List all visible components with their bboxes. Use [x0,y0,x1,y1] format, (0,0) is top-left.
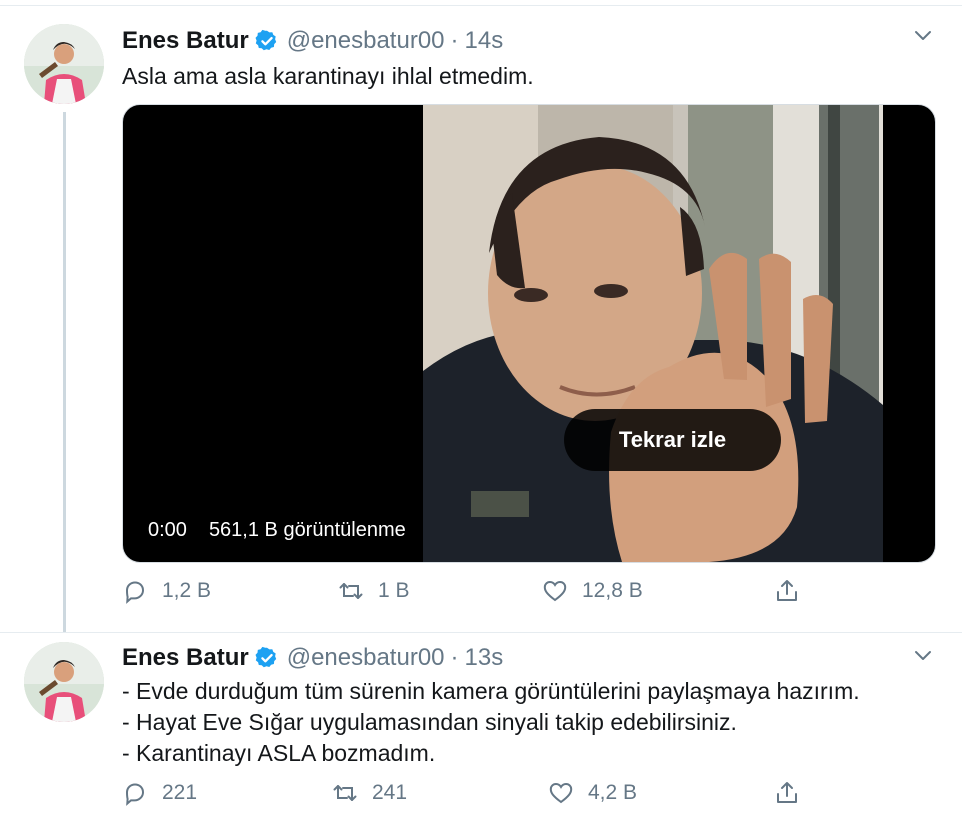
video-timestamp: 0:00 [148,518,187,541]
chevron-down-icon[interactable] [912,644,934,666]
separator: · [450,27,459,54]
separator: · [450,644,459,671]
verified-badge-icon [255,646,279,670]
share-icon [774,780,800,806]
tweet-header: Enes Batur @enesbatur00 · 13s [122,644,503,672]
tweet-actions: 221 241 4,2 B [122,780,812,814]
reply-icon [122,578,148,604]
thread-line [63,112,66,632]
avatar[interactable] [24,24,104,104]
display-name[interactable]: Enes Batur [122,27,249,55]
retweet-count: 241 [372,781,408,804]
timestamp[interactable]: 14s [465,27,504,55]
replay-button[interactable]: Tekrar izle [564,409,781,471]
tweet-text-line: Asla ama asla karantinayı ihlal etmedim. [122,63,534,89]
retweet-icon [338,578,364,604]
retweet-button[interactable]: 1 B [338,578,410,604]
share-button[interactable] [774,578,800,604]
video-view-count: 561,1 B görüntülenme [208,518,406,541]
video-frame [423,105,883,562]
tweet-header: Enes Batur @enesbatur00 · 14s [122,27,503,55]
handle[interactable]: @enesbatur00 [287,27,445,55]
like-button[interactable]: 4,2 B [548,780,637,806]
like-button[interactable]: 12,8 B [542,578,643,604]
reply-button[interactable]: 221 [122,780,197,806]
tweet-text: - Evde durduğum tüm sürenin kamera görün… [122,676,860,769]
chevron-down-icon[interactable] [912,24,934,46]
retweet-count: 1 B [378,579,410,602]
reply-button[interactable]: 1,2 B [122,578,211,604]
like-count: 4,2 B [588,781,638,804]
heart-icon [542,578,568,604]
share-icon [774,578,800,604]
video-player[interactable]: Tekrar izle [122,104,936,563]
tweet[interactable]: Enes Batur @enesbatur00 · 13s - Evde dur… [0,633,962,826]
share-button[interactable] [774,780,800,806]
timestamp[interactable]: 13s [465,644,504,672]
retweet-icon [332,780,358,806]
avatar[interactable] [24,642,104,722]
tweet-actions: 1,2 B 1 B 12,8 B [122,578,812,612]
verified-badge-icon [255,29,279,53]
like-count: 12,8 B [582,579,643,602]
retweet-button[interactable]: 241 [332,780,407,806]
display-name[interactable]: Enes Batur [122,644,249,672]
tweet-text-line: - Hayat Eve Sığar uygulamasından sinyali… [122,709,737,735]
tweet-text: Asla ama asla karantinayı ihlal etmedim. [122,61,534,92]
reply-count: 1,2 B [162,579,212,602]
video-meta-overlay: 0:00 561,1 B görüntülenme [138,512,416,548]
reply-count: 221 [162,781,198,804]
heart-icon [548,780,574,806]
handle[interactable]: @enesbatur00 [287,644,445,672]
reply-icon [122,780,148,806]
tweet[interactable]: Enes Batur @enesbatur00 · 14s Asla ama a… [0,0,962,632]
tweet-text-line: - Karantinayı ASLA bozmadım. [122,740,436,766]
tweet-text-line: - Evde durduğum tüm sürenin kamera görün… [122,678,860,704]
